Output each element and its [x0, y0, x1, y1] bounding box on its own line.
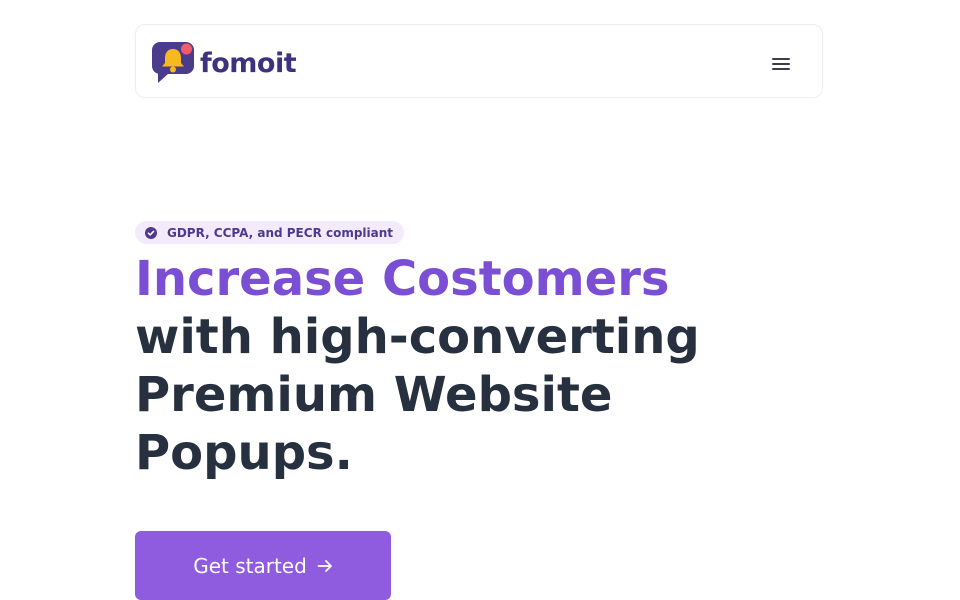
bell-chat-icon: [152, 42, 194, 83]
compliance-badge: GDPR, CCPA, and PECR compliant: [135, 221, 405, 244]
logo-link[interactable]: fomoit: [152, 42, 297, 84]
headline-rest: with high-converting Premium Website Pop…: [135, 309, 700, 481]
menu-button[interactable]: [770, 51, 792, 73]
cta-label: Get started: [193, 553, 307, 578]
badge-label: GDPR, CCPA, and PECR compliant: [167, 225, 394, 240]
hero-headline: Increase Costomers with high-converting …: [135, 250, 835, 482]
hamburger-menu-icon: [772, 57, 790, 60]
check-badge-icon: [145, 226, 157, 239]
brand-name: fomoit: [200, 47, 297, 79]
arrow-right-icon: [317, 559, 332, 572]
navbar: fomoit: [135, 24, 823, 98]
get-started-button[interactable]: Get started: [135, 531, 391, 600]
headline-accent: Increase Costomers: [135, 251, 670, 307]
